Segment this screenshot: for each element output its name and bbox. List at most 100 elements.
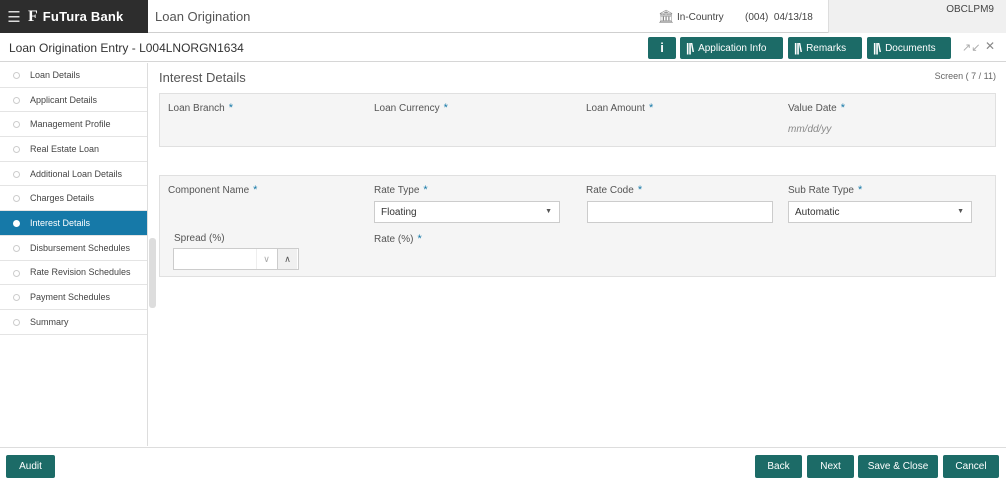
remarks-label: Remarks: [806, 42, 847, 54]
close-icon[interactable]: ✕: [985, 39, 995, 53]
sidebar-item-label: Real Estate Loan: [30, 143, 100, 154]
required-marker: *: [648, 102, 654, 114]
spread-label: Spread (%): [174, 233, 225, 244]
component-name-label: Component Name *: [168, 184, 257, 196]
rate-type-label-text: Rate Type: [374, 185, 420, 196]
rate-label: Rate (%) *: [374, 233, 422, 245]
sidebar-scrollbar[interactable]: [149, 238, 156, 308]
rate-code-label: Rate Code *: [586, 184, 642, 196]
next-button[interactable]: Next: [807, 455, 854, 478]
value-date-field[interactable]: mm/dd/yy: [788, 124, 831, 135]
required-marker: *: [857, 184, 863, 196]
sidebar-item-applicant-details[interactable]: Applicant Details: [0, 88, 147, 113]
rate-code-input[interactable]: [587, 201, 773, 223]
brand-area: ☰ F FuTura Bank: [0, 0, 148, 33]
hamburger-menu-icon[interactable]: ☰: [0, 8, 28, 26]
sidebar: Loan Details Applicant Details Managemen…: [0, 63, 148, 446]
sidebar-item-additional-loan-details[interactable]: Additional Loan Details: [0, 162, 147, 187]
rate-label-text: Rate (%): [374, 234, 414, 245]
sidebar-item-label: Charges Details: [30, 193, 95, 204]
loan-summary-panel: Loan Branch * Loan Currency * Loan Amount *…: [159, 93, 996, 147]
collapse-icon[interactable]: ↗↙: [962, 41, 980, 54]
documents-button[interactable]: ||\ Documents: [867, 37, 951, 59]
sidebar-item-real-estate-loan[interactable]: Real Estate Loan: [0, 137, 147, 162]
branch-date[interactable]: (004) 04/13/18: [745, 12, 813, 23]
books-icon: ||\: [794, 41, 802, 55]
value-date-label: Value Date *: [788, 102, 845, 114]
step-dot-icon: [13, 96, 20, 104]
main-content: Interest Details Screen ( 7 / 11) Loan B…: [159, 63, 999, 446]
back-button[interactable]: Back: [755, 455, 802, 478]
save-close-button[interactable]: Save & Close: [858, 455, 938, 478]
info-button[interactable]: i: [648, 37, 676, 59]
increment-chevron-icon[interactable]: ∧: [277, 249, 297, 269]
user-name: OBCLPM9: [946, 4, 994, 15]
sub-rate-type-select[interactable]: Automatic ▼: [788, 201, 972, 223]
sidebar-item-label: Rate Revision Schedules: [30, 267, 131, 278]
sidebar-item-loan-details[interactable]: Loan Details: [0, 63, 147, 88]
loan-currency-label: Loan Currency *: [374, 102, 448, 114]
step-dot-icon: [13, 220, 20, 228]
required-marker: *: [253, 184, 258, 196]
branch-date-value: 04/13/18: [773, 12, 813, 23]
page-header: Loan Origination Entry - L004LNORGN1634 …: [0, 34, 1006, 62]
step-dot-icon: [13, 269, 20, 277]
footer-bar: Audit Back Next Save & Close Cancel: [0, 447, 1006, 482]
decrement-chevron-icon[interactable]: ∨: [256, 249, 276, 269]
audit-button[interactable]: Audit: [6, 455, 55, 478]
spread-stepper[interactable]: ∨ ∧: [173, 248, 299, 270]
app-title: Loan Origination: [155, 9, 251, 24]
page-title: Loan Origination Entry - L004LNORGN1634: [9, 41, 244, 55]
sub-rate-type-label: Sub Rate Type *: [788, 184, 862, 196]
branch-code: (004): [745, 12, 769, 23]
dropdown-arrow-icon: ▼: [957, 208, 964, 215]
sidebar-item-interest-details[interactable]: Interest Details: [0, 211, 147, 236]
required-marker: *: [637, 184, 643, 196]
documents-label: Documents: [885, 42, 936, 54]
rate-type-select[interactable]: Floating ▼: [374, 201, 560, 223]
user-area[interactable]: OBCLPM9: [828, 0, 1006, 33]
sub-rate-type-label-text: Sub Rate Type: [788, 185, 854, 196]
loan-amount-label-text: Loan Amount: [586, 103, 645, 114]
rate-code-label-text: Rate Code: [586, 185, 634, 196]
required-marker: *: [840, 102, 846, 114]
required-marker: *: [417, 233, 422, 245]
country-label[interactable]: In-Country: [677, 12, 724, 23]
brand-name: FuTura Bank: [42, 9, 124, 24]
rate-type-label: Rate Type *: [374, 184, 428, 196]
loan-currency-label-text: Loan Currency: [374, 103, 440, 114]
sidebar-item-label: Loan Details: [30, 69, 81, 80]
loan-amount-label: Loan Amount *: [586, 102, 653, 114]
step-dot-icon: [13, 121, 20, 129]
sidebar-item-charges-details[interactable]: Charges Details: [0, 186, 147, 212]
sidebar-item-rate-revision-schedules[interactable]: Rate Revision Schedules: [0, 261, 147, 286]
sidebar-item-disbursement-schedules[interactable]: Disbursement Schedules: [0, 236, 147, 261]
books-icon: ||\: [686, 41, 694, 55]
step-dot-icon: [13, 72, 20, 79]
loan-branch-label: Loan Branch *: [168, 102, 233, 114]
application-info-label: Application Info: [698, 42, 767, 54]
sidebar-item-label: Disbursement Schedules: [30, 242, 131, 253]
step-dot-icon: [13, 244, 20, 252]
sidebar-item-payment-schedules[interactable]: Payment Schedules: [0, 285, 147, 310]
screen-indicator: Screen ( 7 / 11): [934, 71, 996, 81]
sidebar-item-label: Additional Loan Details: [30, 168, 123, 179]
sidebar-item-summary[interactable]: Summary: [0, 310, 147, 335]
required-marker: *: [423, 184, 428, 196]
sidebar-item-label: Interest Details: [30, 217, 91, 228]
required-marker: *: [443, 102, 448, 114]
remarks-button[interactable]: ||\ Remarks: [788, 37, 862, 59]
value-date-label-text: Value Date: [788, 103, 837, 114]
sidebar-item-management-profile[interactable]: Management Profile: [0, 112, 147, 138]
sidebar-item-label: Applicant Details: [30, 94, 98, 105]
step-dot-icon: [13, 195, 20, 203]
step-dot-icon: [13, 170, 20, 178]
application-info-button[interactable]: ||\ Application Info: [680, 37, 783, 59]
sidebar-item-label: Summary: [30, 316, 69, 327]
interest-component-panel: Component Name * Rate Type * Rate Code * Su…: [159, 175, 996, 277]
step-dot-icon: [13, 294, 20, 302]
sidebar-item-label: Management Profile: [30, 119, 111, 130]
sidebar-item-label: Payment Schedules: [30, 292, 111, 303]
cancel-button[interactable]: Cancel: [943, 455, 999, 478]
books-icon: ||\: [873, 41, 881, 55]
